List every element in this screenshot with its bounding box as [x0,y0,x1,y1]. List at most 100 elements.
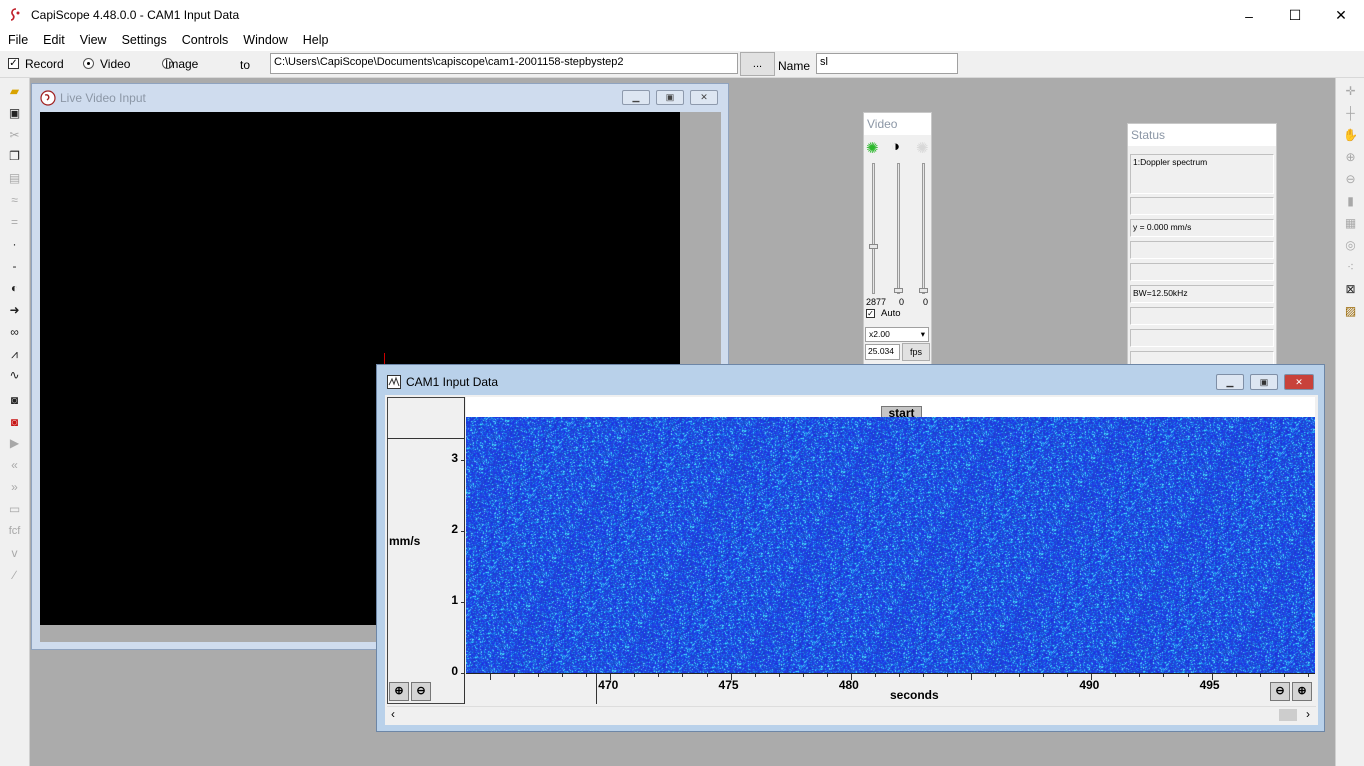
browse-button[interactable]: ... [740,52,775,76]
close-button[interactable]: ✕ [1318,0,1364,31]
x-tick-mark [947,674,949,677]
y-zoom-out-button[interactable]: ⊖ [411,682,431,701]
fast-forward-icon[interactable]: » [7,480,22,495]
menu-settings[interactable]: Settings [114,31,174,51]
y-tick-label: 3 [451,450,458,465]
x-tick-mark [898,674,900,677]
contrast-slider[interactable] [897,163,900,294]
v-icon[interactable]: v [7,546,22,561]
status-line: 1:Doppler spectrum [1130,154,1274,194]
camera-icon[interactable]: ◙ [7,393,22,408]
scroll-right-icon[interactable]: › [1306,707,1310,721]
clipboard-icon[interactable]: ▮ [1343,194,1358,209]
fps-input[interactable]: 25.034 [865,344,900,360]
equals-icon[interactable]: = [7,215,22,230]
record-checkbox[interactable]: ✓ [8,58,19,69]
scroll-left-icon[interactable]: ‹ [391,707,395,721]
y-tick-mark [461,673,465,674]
lock-icon[interactable]: ⊠ [1343,282,1358,297]
line-icon[interactable]: ∕ [7,568,22,583]
brightness-slider-thumb[interactable] [869,244,878,250]
cam1-minimize-button[interactable]: ▁ [1216,374,1244,390]
glasses-icon[interactable]: ∞ [7,325,22,340]
x-tick-mark [1163,674,1165,677]
x-tick-mark [514,674,516,677]
red-camera-icon[interactable]: ◙ [7,415,22,430]
copy-icon[interactable]: ❐ [7,149,22,164]
saturation-value: 0 [923,297,929,307]
live-minimize-button[interactable]: ▁ [622,90,650,105]
open-folder-icon[interactable]: ▰ [7,84,22,99]
y-tick-label: 0 [451,664,458,678]
cam1-close-button[interactable]: ✕ [1284,374,1314,390]
path-input[interactable]: C:\Users\CapiScope\Documents\capiscope\c… [270,53,738,74]
menu-help[interactable]: Help [295,31,336,51]
zoom-in-icon[interactable]: ⊕ [1343,150,1358,165]
cam1-restore-button[interactable]: ▣ [1250,374,1278,390]
x-tick-mark [995,674,997,677]
y-zoom-in-button[interactable]: ⊕ [389,682,409,701]
menu-view[interactable]: View [72,31,114,51]
minimize-button[interactable]: – [1226,0,1272,31]
loop-icon[interactable]: ▭ [7,502,22,517]
x-tick-mark [490,674,492,680]
scroll-thumb[interactable] [1279,709,1297,721]
horizontal-scrollbar[interactable]: ‹ › [387,706,1316,722]
menu-file[interactable]: File [0,31,35,51]
left-marker-icon[interactable]: ◐ [7,281,22,296]
time-cursor[interactable] [595,674,597,704]
saturation-slider-thumb[interactable] [919,288,928,293]
zoom-out-icon[interactable]: ⊖ [1343,172,1358,187]
live-close-button[interactable]: ✕ [690,90,718,105]
x-zoom-out-button[interactable]: ⊖ [1270,682,1290,701]
paste-icon[interactable]: ▤ [7,171,22,186]
save-icon[interactable]: ▣ [7,106,22,121]
live-restore-button[interactable]: ▣ [656,90,684,105]
x-zoom-in-button[interactable]: ⊕ [1292,682,1312,701]
name-input[interactable]: sl [816,53,958,74]
right-marker-icon[interactable]: ➜ [7,303,22,318]
cursor-icon[interactable]: ┼ [1343,106,1358,121]
video-radio[interactable] [83,58,94,69]
hand-icon[interactable]: ✋ [1343,128,1358,143]
play-icon[interactable]: ▶ [7,436,22,451]
dotted-icon[interactable]: ⁖ [1343,260,1358,275]
crosshair-icon[interactable]: ✛ [1343,84,1358,99]
menu-edit[interactable]: Edit [35,31,72,51]
waveform-icon[interactable]: ∿ [7,368,22,383]
rewind-icon[interactable]: « [7,458,22,473]
app-logo-icon [10,8,20,21]
wave-icon[interactable]: ≈ [7,193,22,208]
dot-icon[interactable]: · [7,237,22,252]
zoom-select[interactable]: x2.00 ▾ [865,327,929,342]
live-video-title: Live Video Input [60,91,146,105]
brightness-slider[interactable] [872,163,875,294]
chevron-down-icon: ▾ [920,329,925,339]
grid-icon[interactable]: ▦ [1343,216,1358,231]
maximize-button[interactable]: ☐ [1272,0,1318,31]
y-tick-mark [461,459,465,461]
x-tick-mark [1043,674,1045,677]
x-tick-mark [634,674,636,677]
camera-logo-icon [40,90,56,106]
status-line [1130,241,1274,259]
minus-icon[interactable]: - [7,259,22,274]
fcf-icon[interactable]: fcf [7,524,22,539]
spectrum-icon[interactable]: ⩘ [7,347,22,362]
status-line [1130,329,1274,347]
saturation-slider[interactable] [922,163,925,294]
x-tick-mark [586,674,588,677]
menu-controls[interactable]: Controls [174,31,236,51]
fps-button[interactable]: fps [902,343,930,361]
doppler-spectrogram[interactable] [466,417,1315,673]
auto-checkbox[interactable]: ✓ [866,309,875,318]
target-icon[interactable]: ◎ [1343,238,1358,253]
x-tick-mark [730,674,732,680]
contrast-slider-thumb[interactable] [894,288,903,293]
image-icon[interactable]: ▨ [1343,304,1358,319]
name-label: Name [778,59,811,73]
x-tick-label: 480 [838,678,859,692]
menu-window[interactable]: Window [235,31,294,51]
cut-icon[interactable]: ✂ [7,128,22,143]
x-tick-mark [1187,674,1189,677]
